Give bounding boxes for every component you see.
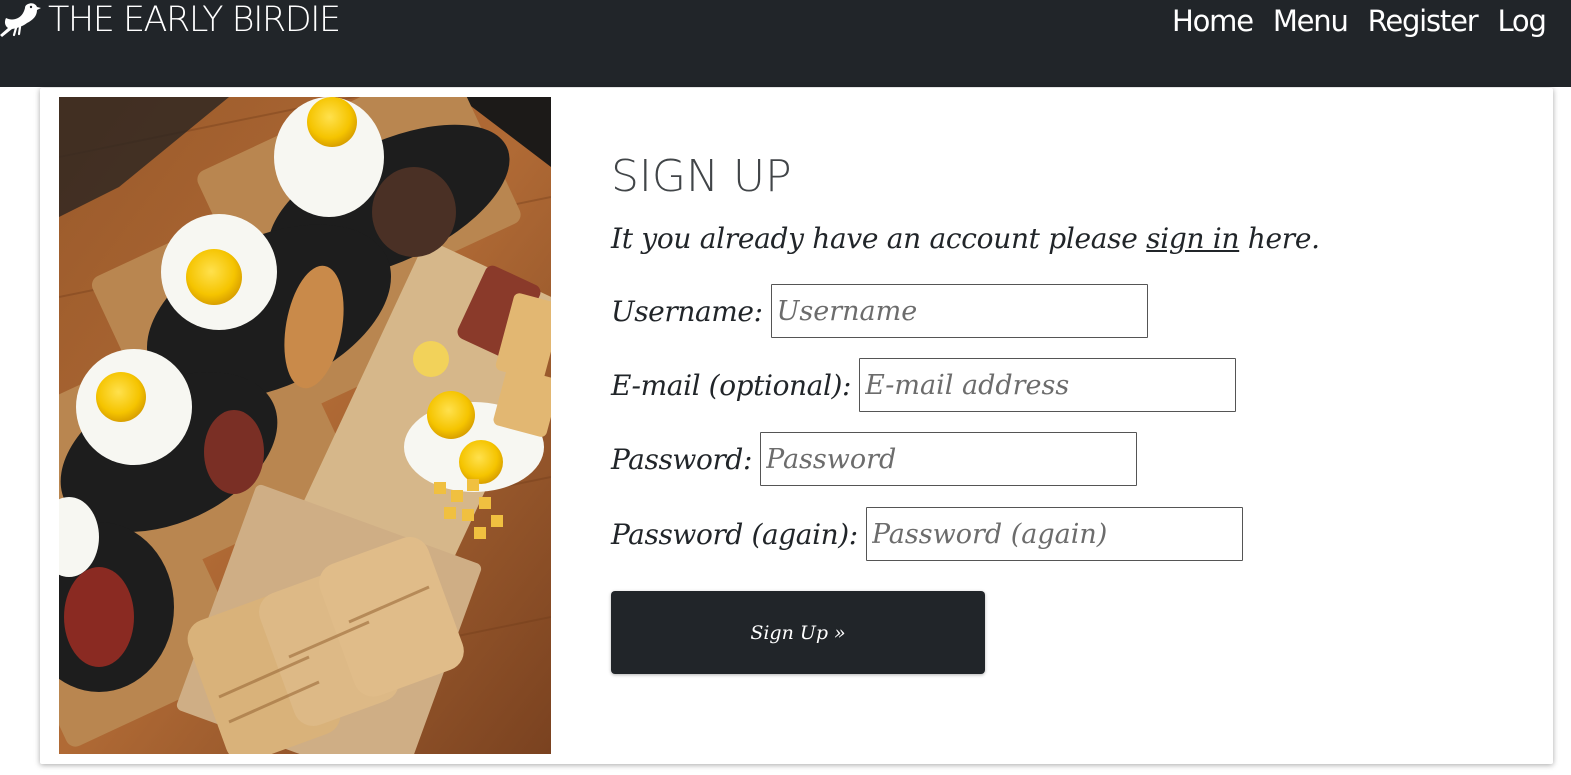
signup-form: SIGN UP It you already have an account p… — [611, 88, 1511, 764]
username-label: Username: — [611, 294, 763, 328]
brand[interactable]: THE EARLY BIRDIE — [0, 0, 341, 44]
password-row: Password: — [611, 432, 1137, 486]
signin-link[interactable]: sign in — [1146, 222, 1239, 255]
bird-icon — [0, 3, 41, 37]
nav-link-login[interactable]: Log — [1497, 4, 1546, 38]
navbar: THE EARLY BIRDIE Home Menu Register Log — [0, 0, 1571, 87]
username-row: Username: — [611, 284, 1148, 338]
nav-link-home[interactable]: Home — [1172, 4, 1254, 38]
nav-link-register[interactable]: Register — [1368, 4, 1479, 38]
food-photo — [59, 97, 551, 754]
food-photo-icon — [59, 97, 551, 754]
password-again-input[interactable] — [865, 507, 1243, 561]
signup-card: SIGN UP It you already have an account p… — [40, 88, 1553, 764]
brand-name: THE EARLY BIRDIE — [48, 0, 341, 40]
password-label: Password: — [611, 442, 752, 476]
signin-prompt-prefix: It you already have an account please — [611, 222, 1147, 255]
password-again-row: Password (again): — [611, 507, 1243, 561]
password-input[interactable] — [759, 432, 1137, 486]
sign-up-button[interactable]: Sign Up » — [611, 591, 985, 674]
signin-prompt-suffix: here. — [1239, 222, 1320, 255]
nav-link-menu[interactable]: Menu — [1273, 4, 1349, 38]
password-again-label: Password (again): — [611, 517, 858, 551]
signin-prompt: It you already have an account please si… — [611, 222, 1320, 255]
username-input[interactable] — [770, 284, 1148, 338]
email-label: E-mail (optional): — [611, 368, 852, 402]
email-input[interactable] — [859, 358, 1237, 412]
nav-links: Home Menu Register Log — [1172, 0, 1566, 43]
email-row: E-mail (optional): — [611, 358, 1237, 412]
page-title: SIGN UP — [611, 151, 792, 202]
